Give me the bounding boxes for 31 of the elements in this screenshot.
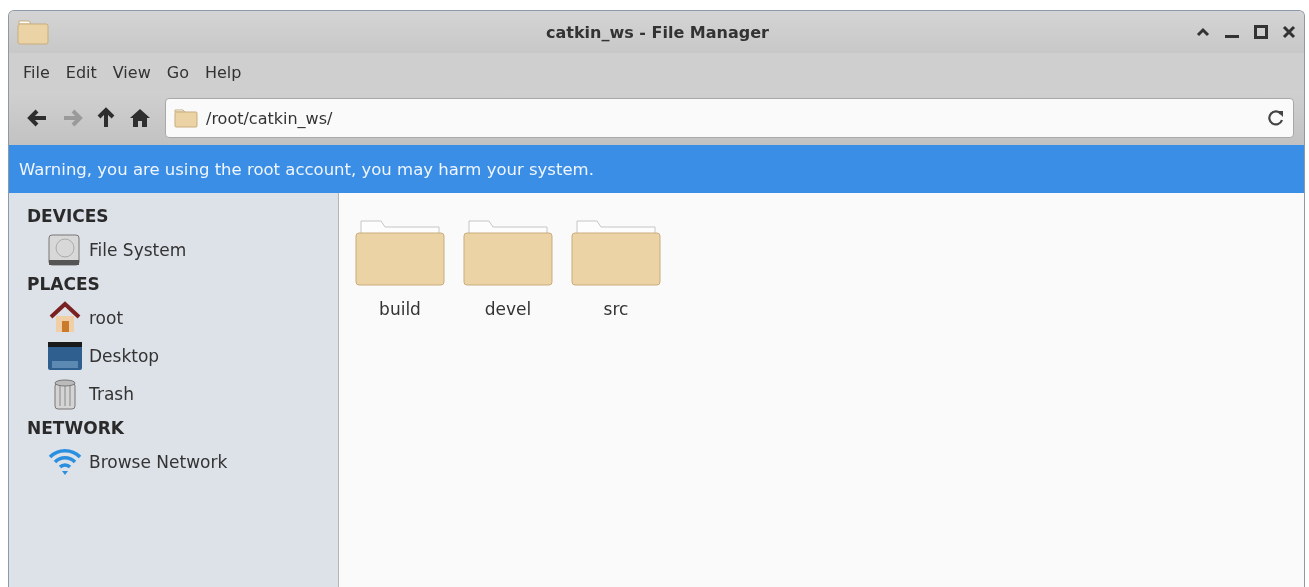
sidebar-item[interactable]: root [89,308,124,328]
shade-icon[interactable] [1196,27,1210,37]
warning-text: Warning, you are using the root account, you may harm your system. [19,159,594,179]
section-heading: PLACES [27,273,101,296]
hard-drive-icon [47,233,83,267]
folder-icon [17,19,49,45]
house-icon [47,301,83,335]
folder-icon [174,108,198,128]
menu-item[interactable]: File [17,60,56,84]
menu-item[interactable]: Go [160,60,195,84]
file-name[interactable]: src [603,299,629,319]
location-field[interactable]: /root/catkin_ws/ [165,98,1294,138]
close-icon[interactable] [1282,25,1296,39]
menu-item[interactable]: Edit [59,60,103,84]
menu-item[interactable]: Help [198,60,248,84]
back-arrow-icon[interactable] [27,107,49,129]
maximize-icon[interactable] [1254,25,1268,39]
window-title: catkin_ws - File Manager [545,22,770,42]
sidebar-item[interactable]: Desktop [89,346,160,366]
file-name[interactable]: build [379,299,421,319]
up-arrow-icon[interactable] [95,107,117,129]
section-heading: NETWORK [27,417,125,440]
sidebar-item[interactable]: Trash [89,384,134,404]
file-name[interactable]: devel [484,299,532,319]
menu-item[interactable]: View [106,60,157,84]
section-heading: DEVICES [27,205,110,228]
desktop-icon [47,339,83,373]
sidebar-item[interactable]: File System [89,240,187,260]
sidebar-item[interactable]: Browse Network [89,452,228,472]
reload-icon[interactable] [1267,109,1285,127]
home-icon[interactable] [129,107,151,129]
